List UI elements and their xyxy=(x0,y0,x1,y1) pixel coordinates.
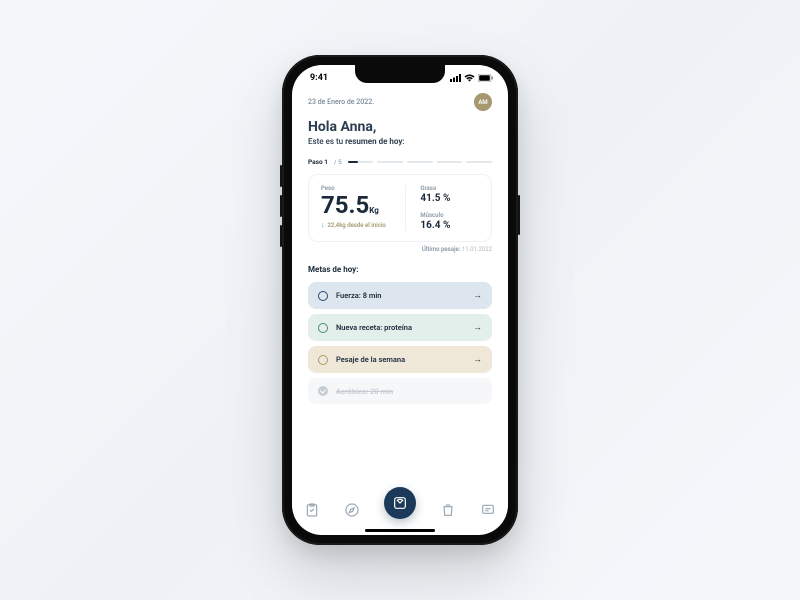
fat-value: 41.5 % xyxy=(420,193,479,204)
radio-icon[interactable] xyxy=(318,323,328,333)
arrow-down-icon: ↓ xyxy=(321,221,325,229)
radio-icon[interactable] xyxy=(318,291,328,301)
weight-value: 75.5 xyxy=(321,191,369,219)
nav-scale-button[interactable] xyxy=(384,487,416,519)
status-indicators xyxy=(450,74,494,82)
goal-label: Pesaje de la semana xyxy=(336,355,465,364)
step-progress: Paso 1 / 5 xyxy=(308,158,492,166)
step-bar xyxy=(377,161,403,163)
signal-icon xyxy=(450,74,461,82)
content: 23 de Enero de 2022. AM Hola Anna, Este … xyxy=(292,91,508,491)
goal-item-aerobic[interactable]: Aeróbico: 20 min xyxy=(308,378,492,404)
step-current: Paso 1 xyxy=(308,158,328,166)
avatar[interactable]: AM xyxy=(474,93,492,111)
metrics-card: Peso 75.5Kg ↓ 22,4kg desde el inicio Gra… xyxy=(308,174,492,242)
step-bar xyxy=(407,161,433,163)
goal-item-weigh[interactable]: Pesaje de la semana → xyxy=(308,346,492,373)
last-weigh-label: Último pesaje: xyxy=(422,246,460,253)
goal-item-strength[interactable]: Fuerza: 8 min → xyxy=(308,282,492,309)
step-total: / 5 xyxy=(334,158,342,166)
arrow-right-icon: → xyxy=(473,290,482,301)
fat-metric: Grasa 41.5 % xyxy=(420,185,479,204)
status-time: 9:41 xyxy=(310,73,328,83)
goal-label: Aeróbico: 20 min xyxy=(336,387,482,396)
weight-value-row: 75.5Kg xyxy=(321,193,391,217)
radio-icon[interactable] xyxy=(318,355,328,365)
muscle-metric: Músculo 16.4 % xyxy=(420,212,479,231)
screen: 9:41 23 de Enero de 2022. AM Hola Anna, … xyxy=(292,65,508,535)
delta-text: 22,4kg desde el inicio xyxy=(328,222,386,229)
nav-chat-icon[interactable] xyxy=(480,502,496,518)
date-label: 23 de Enero de 2022. xyxy=(308,98,374,106)
nav-explore-icon[interactable] xyxy=(344,502,360,518)
step-bar xyxy=(437,161,463,163)
step-bar xyxy=(466,161,492,163)
nav-shop-icon[interactable] xyxy=(440,502,456,518)
greeting-title: Hola Anna, xyxy=(308,119,492,135)
bottom-nav xyxy=(292,491,508,535)
weight-section: Peso 75.5Kg ↓ 22,4kg desde el inicio xyxy=(321,185,391,231)
check-icon xyxy=(318,386,328,396)
goal-item-recipe[interactable]: Nueva receta: proteína → xyxy=(308,314,492,341)
home-indicator[interactable] xyxy=(365,529,435,532)
last-weigh: Último pesaje: 11.01.2022 xyxy=(308,246,492,253)
nav-tasks-icon[interactable] xyxy=(304,502,320,518)
last-weigh-date: 11.01.2022 xyxy=(462,246,492,253)
battery-icon xyxy=(478,74,494,82)
step-bar xyxy=(348,161,374,163)
fat-label: Grasa xyxy=(420,185,479,192)
goal-label: Nueva receta: proteína xyxy=(336,323,465,332)
wifi-icon xyxy=(464,74,475,82)
muscle-label: Músculo xyxy=(420,212,479,219)
goals-title: Metas de hoy: xyxy=(308,265,492,274)
weight-unit: Kg xyxy=(369,206,379,215)
weight-delta: ↓ 22,4kg desde el inicio xyxy=(321,221,391,229)
arrow-right-icon: → xyxy=(473,322,482,333)
notch xyxy=(355,65,445,83)
greeting-subtitle: Este es tu resumen de hoy: xyxy=(308,137,492,146)
top-line: 23 de Enero de 2022. AM xyxy=(308,93,492,111)
body-comp-section: Grasa 41.5 % Músculo 16.4 % xyxy=(405,185,479,231)
phone-frame: 9:41 23 de Enero de 2022. AM Hola Anna, … xyxy=(282,55,518,545)
step-bars xyxy=(348,161,492,163)
goal-label: Fuerza: 8 min xyxy=(336,291,465,300)
muscle-value: 16.4 % xyxy=(420,220,479,231)
arrow-right-icon: → xyxy=(473,354,482,365)
